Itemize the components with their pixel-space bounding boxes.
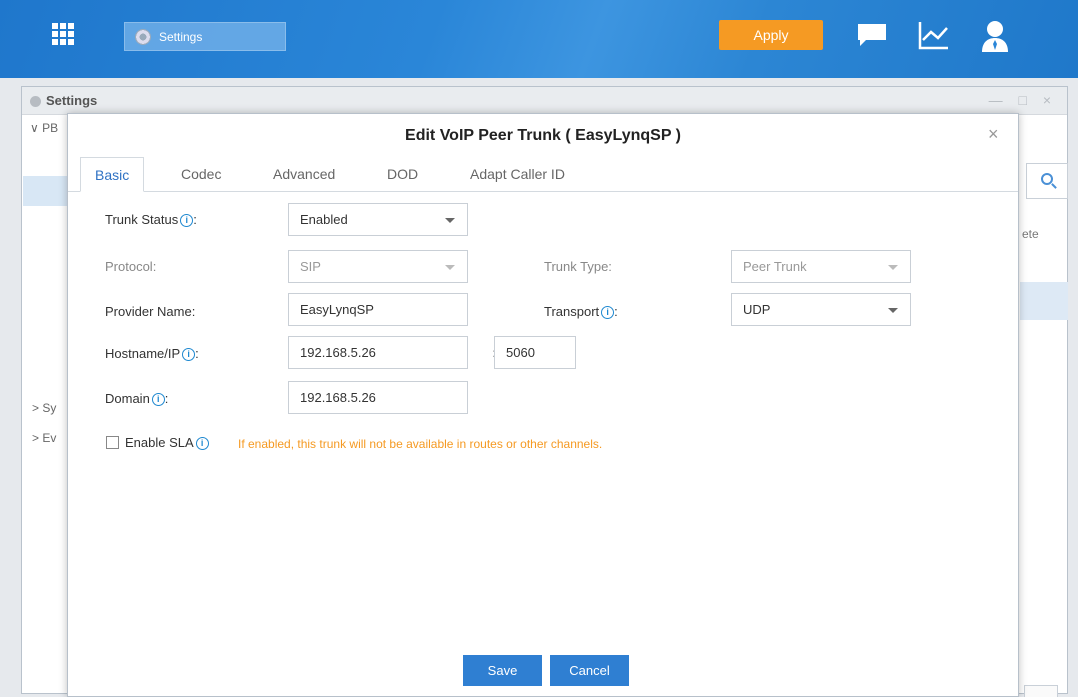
chevron-right-icon: >: [32, 401, 43, 415]
chat-icon[interactable]: [858, 24, 886, 46]
enable-sla-checkbox[interactable]: [106, 436, 119, 449]
tree-item-system-label: Sy: [42, 401, 57, 415]
settings-gear-icon: [30, 96, 41, 107]
protocol-value: SIP: [300, 259, 321, 274]
tree-item-pbx-label: PB: [42, 121, 59, 135]
window-controls[interactable]: — □ ×: [989, 92, 1057, 108]
close-icon[interactable]: ×: [988, 124, 999, 145]
enable-sla-label: Enable SLA i: [125, 435, 209, 450]
chevron-down-icon: [888, 308, 898, 313]
tab-codec[interactable]: Codec: [181, 157, 221, 192]
trunk-type-value: Peer Trunk: [743, 259, 807, 274]
hostname-value: 192.168.5.26: [300, 345, 376, 360]
edit-trunk-dialog: Edit VoIP Peer Trunk ( EasyLynqSP ) × Ba…: [67, 113, 1019, 697]
table-row[interactable]: [1020, 282, 1068, 320]
hostname-label-text: Hostname/IP: [105, 346, 181, 361]
protocol-label: Protocol:: [105, 259, 157, 274]
column-header-delete: ete: [1022, 227, 1039, 241]
transport-label: Transport i:: [544, 304, 618, 319]
tab-basic[interactable]: Basic: [80, 157, 145, 192]
user-icon[interactable]: [980, 20, 1010, 52]
chevron-down-icon: [445, 265, 455, 270]
hostname-input[interactable]: 192.168.5.26: [288, 336, 468, 369]
dialog-title: Edit VoIP Peer Trunk ( EasyLynqSP ): [405, 127, 681, 144]
search-icon-handle: [1051, 183, 1057, 189]
trunk-type-label: Trunk Type:: [544, 259, 612, 274]
trunk-status-value: Enabled: [300, 212, 348, 227]
provider-name-label: Provider Name:: [105, 304, 196, 319]
tree-item-event-label: Ev: [42, 431, 57, 445]
port-input[interactable]: 5060: [494, 336, 576, 369]
settings-window-title: Settings: [46, 93, 98, 108]
settings-window-titlebar: Settings — □ ×: [22, 87, 1067, 115]
info-icon[interactable]: i: [151, 393, 165, 406]
domain-input[interactable]: 192.168.5.26: [288, 381, 468, 414]
info-icon[interactable]: i: [195, 437, 209, 450]
info-icon[interactable]: i: [182, 348, 196, 361]
tree-item-pbx[interactable]: ∨ PB: [30, 121, 58, 135]
tree-item-system[interactable]: > Sy: [32, 401, 56, 415]
domain-label: Domain i:: [105, 391, 169, 406]
transport-select[interactable]: UDP: [731, 293, 911, 326]
info-icon[interactable]: i: [601, 306, 615, 319]
tab-advanced[interactable]: Advanced: [273, 157, 335, 192]
chevron-down-icon: [888, 265, 898, 270]
taskbar-settings-tab[interactable]: Settings: [124, 22, 286, 51]
top-bar: Settings Apply: [0, 0, 1078, 78]
trunk-status-select[interactable]: Enabled: [288, 203, 468, 236]
trunk-type-select: Peer Trunk: [731, 250, 911, 283]
hostname-label: Hostname/IP i:: [105, 346, 199, 361]
tree-item-event[interactable]: > Ev: [32, 431, 56, 445]
domain-value: 192.168.5.26: [300, 390, 376, 405]
tab-adapt-caller-id[interactable]: Adapt Caller ID: [470, 157, 565, 192]
sla-warning-text: If enabled, this trunk will not be avail…: [238, 437, 603, 451]
taskbar-settings-label: Settings: [159, 30, 203, 44]
chart-icon[interactable]: [918, 20, 950, 50]
chevron-down-icon: [445, 218, 455, 223]
page-size-select[interactable]: [1024, 685, 1058, 697]
search-button[interactable]: [1026, 163, 1068, 199]
transport-value: UDP: [743, 302, 771, 317]
tab-dod[interactable]: DOD: [387, 157, 418, 192]
trunk-status-label: Trunk Status i:: [105, 212, 197, 227]
port-value: 5060: [506, 345, 535, 360]
enable-sla-label-text: Enable SLA: [125, 435, 194, 450]
protocol-select: SIP: [288, 250, 468, 283]
trunk-status-label-text: Trunk Status: [105, 212, 179, 227]
domain-label-text: Domain: [105, 391, 150, 406]
provider-name-input[interactable]: EasyLynqSP: [288, 293, 468, 326]
dialog-tabs: Basic Codec Advanced DOD Adapt Caller ID: [68, 157, 1018, 192]
apply-button[interactable]: Apply: [719, 20, 823, 50]
provider-name-value: EasyLynqSP: [300, 302, 374, 317]
transport-label-text: Transport: [544, 304, 600, 319]
tree-selected-row[interactable]: [23, 176, 73, 206]
info-icon[interactable]: i: [180, 214, 194, 227]
apps-grid-icon[interactable]: [52, 23, 74, 45]
chevron-down-icon: ∨: [30, 121, 43, 135]
settings-icon: [135, 29, 151, 45]
cancel-button[interactable]: Cancel: [550, 655, 629, 686]
save-button[interactable]: Save: [463, 655, 542, 686]
chevron-right-icon: >: [32, 431, 43, 445]
